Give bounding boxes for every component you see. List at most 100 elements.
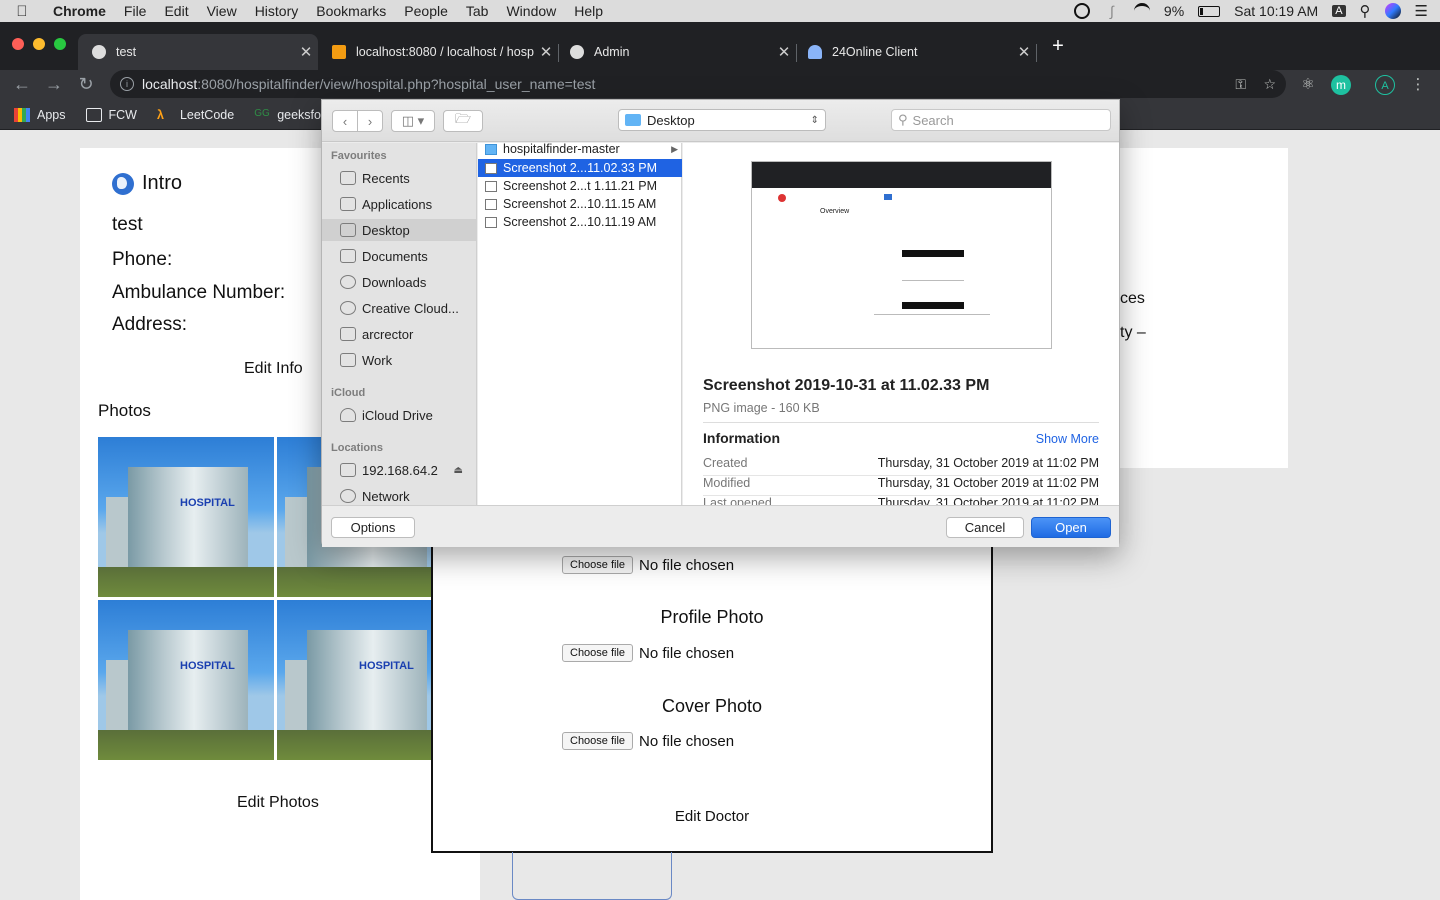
file-item[interactable]: Screenshot 2...10.11.19 AM — [478, 213, 682, 231]
edit-doctor-button[interactable]: Edit Doctor — [433, 808, 991, 825]
sidebar-item-applications[interactable]: Applications — [322, 193, 476, 215]
key-icon[interactable]: ⚿ — [1235, 70, 1246, 98]
reload-icon[interactable]: ↻ — [74, 72, 98, 96]
battery-icon[interactable] — [1198, 5, 1221, 17]
url-host: localhost — [142, 76, 198, 92]
menu-help[interactable]: Help — [565, 3, 612, 19]
apple-icon[interactable]:  — [0, 3, 44, 20]
tab-admin[interactable]: Admin ✕ — [556, 34, 796, 70]
menu-people[interactable]: People — [395, 3, 457, 19]
new-tab-button[interactable]: + — [1046, 34, 1070, 58]
spotlight-search-icon[interactable]: ⚲ — [1360, 2, 1371, 20]
location-popup[interactable]: Desktop ⇕ — [618, 109, 826, 131]
zoom-window-button[interactable] — [54, 38, 66, 50]
sidebar-item-desktop[interactable]: Desktop — [322, 219, 476, 241]
menu-view[interactable]: View — [198, 3, 246, 19]
tab-title: 24Online Client — [832, 45, 918, 59]
choose-file-button[interactable]: Choose file — [562, 556, 634, 574]
clock[interactable]: Sat 10:19 AM — [1234, 3, 1318, 19]
profile-avatar-icon[interactable]: A — [1375, 75, 1395, 95]
chrome-menu-icon[interactable]: ⋮ — [1408, 75, 1428, 95]
tab-24online[interactable]: 24Online Client ✕ — [794, 34, 1036, 70]
file-item[interactable]: hospitalfinder-master ▶ — [478, 140, 682, 158]
sidebar-item-documents[interactable]: Documents — [322, 245, 476, 267]
close-tab-icon[interactable]: ✕ — [772, 43, 796, 61]
close-window-button[interactable] — [12, 38, 24, 50]
menu-app-name[interactable]: Chrome — [44, 3, 115, 19]
meta-value: Thursday, 31 October 2019 at 11:02 PM — [877, 456, 1099, 470]
file-name: Screenshot 2...10.11.19 AM — [503, 215, 657, 229]
hospital-photo[interactable]: HOSPITAL — [98, 600, 274, 760]
menu-window[interactable]: Window — [497, 3, 565, 19]
search-icon: ⚲ — [898, 112, 908, 127]
hospital-photo[interactable]: HOSPITAL — [277, 600, 432, 760]
bookmark-leetcode[interactable]: λ LeetCode — [157, 108, 234, 122]
cancel-button[interactable]: Cancel — [946, 517, 1024, 538]
minimize-window-button[interactable] — [33, 38, 45, 50]
grass-shape — [98, 730, 274, 760]
edit-photos-button[interactable]: Edit Photos — [237, 794, 319, 812]
extension-m-icon[interactable]: m — [1331, 75, 1351, 95]
siri-icon[interactable] — [1384, 3, 1401, 19]
sidebar-item-home[interactable]: arcrector — [322, 323, 476, 345]
forward-chevron-icon[interactable]: › — [357, 110, 383, 132]
bookmark-apps[interactable]: Apps — [14, 107, 66, 122]
options-button[interactable]: Options — [331, 517, 415, 538]
input-source-icon[interactable]: A — [1332, 5, 1346, 17]
menu-tab[interactable]: Tab — [457, 3, 498, 19]
cover-photo-heading: Cover Photo — [661, 696, 763, 716]
cloud-icon — [808, 45, 822, 59]
sidebar-item-server[interactable]: 192.168.64.2 ⏏ — [322, 459, 476, 481]
leetcode-icon: λ — [156, 107, 164, 122]
back-arrow-icon[interactable]: ← — [10, 72, 34, 96]
bookmark-star-icon[interactable]: ☆ — [1263, 70, 1276, 98]
close-tab-icon[interactable]: ✕ — [1012, 43, 1036, 61]
globe-icon — [112, 172, 134, 195]
edit-info-button[interactable]: Edit Info — [244, 360, 303, 378]
bluetooth-icon[interactable]: ∫ — [1104, 3, 1120, 19]
hospital-photo[interactable]: HOSPITAL — [98, 437, 274, 597]
notification-center-icon[interactable]: ☰ — [1415, 2, 1428, 20]
choose-profile-photo-button[interactable]: Choose file — [562, 644, 634, 662]
sidebar-item-recents[interactable]: Recents — [322, 167, 476, 189]
status-app-icon[interactable] — [1073, 3, 1090, 19]
thumb-button — [902, 250, 964, 257]
file-name: Screenshot 2...t 1.11.21 PM — [503, 179, 658, 193]
close-tab-icon[interactable]: ✕ — [294, 43, 318, 61]
react-devtools-icon[interactable]: ⚛ — [1298, 75, 1318, 95]
back-chevron-icon[interactable]: ‹ — [332, 110, 358, 132]
open-button[interactable]: Open — [1031, 517, 1111, 538]
sidebar-item-icloud-drive[interactable]: iCloud Drive — [322, 404, 476, 426]
bookmark-fcw[interactable]: FCW — [85, 107, 137, 122]
view-mode-icon[interactable]: ◫ ▾ — [391, 110, 435, 132]
grass-shape — [277, 567, 432, 597]
sidebar-item-downloads[interactable]: Downloads — [322, 271, 476, 293]
site-info-icon[interactable]: i — [120, 77, 134, 91]
forward-arrow-icon[interactable]: → — [42, 72, 66, 96]
tab-test[interactable]: test ✕ — [78, 34, 318, 70]
eject-icon[interactable]: ⏏ — [454, 465, 463, 476]
file-item[interactable]: Screenshot 2...10.11.15 AM — [478, 195, 682, 213]
menu-history[interactable]: History — [246, 3, 308, 19]
sidebar-item-network[interactable]: Network — [322, 485, 476, 505]
intro-heading: Intro — [112, 172, 182, 195]
menu-file[interactable]: File — [115, 3, 156, 19]
file-item-selected[interactable]: Screenshot 2...11.02.33 PM — [478, 159, 682, 177]
tab-phpmyadmin[interactable]: localhost:8080 / localhost / hosp ✕ — [318, 34, 558, 70]
hospital-name: test — [112, 214, 143, 235]
file-item[interactable]: Screenshot 2...t 1.11.21 PM — [478, 177, 682, 195]
show-more-link[interactable]: Show More — [1036, 432, 1099, 446]
choose-cover-photo-button[interactable]: Choose file — [562, 732, 634, 750]
sidebar-item-work[interactable]: Work — [322, 349, 476, 371]
menu-bookmarks[interactable]: Bookmarks — [307, 3, 395, 19]
address-bar[interactable]: i localhost:8080/hospitalfinder/view/hos… — [110, 70, 1286, 98]
search-field[interactable]: ⚲ Search — [891, 109, 1111, 131]
meta-value: Thursday, 31 October 2019 at 11:02 PM — [877, 496, 1099, 505]
sidebar-item-creative-cloud[interactable]: Creative Cloud... — [322, 297, 476, 319]
new-folder-icon[interactable]: 🗁 — [443, 110, 483, 132]
wifi-icon[interactable] — [1133, 3, 1150, 19]
menu-edit[interactable]: Edit — [155, 3, 197, 19]
network-globe-icon — [340, 489, 356, 503]
close-tab-icon[interactable]: ✕ — [534, 43, 558, 61]
grass-shape — [98, 567, 274, 597]
